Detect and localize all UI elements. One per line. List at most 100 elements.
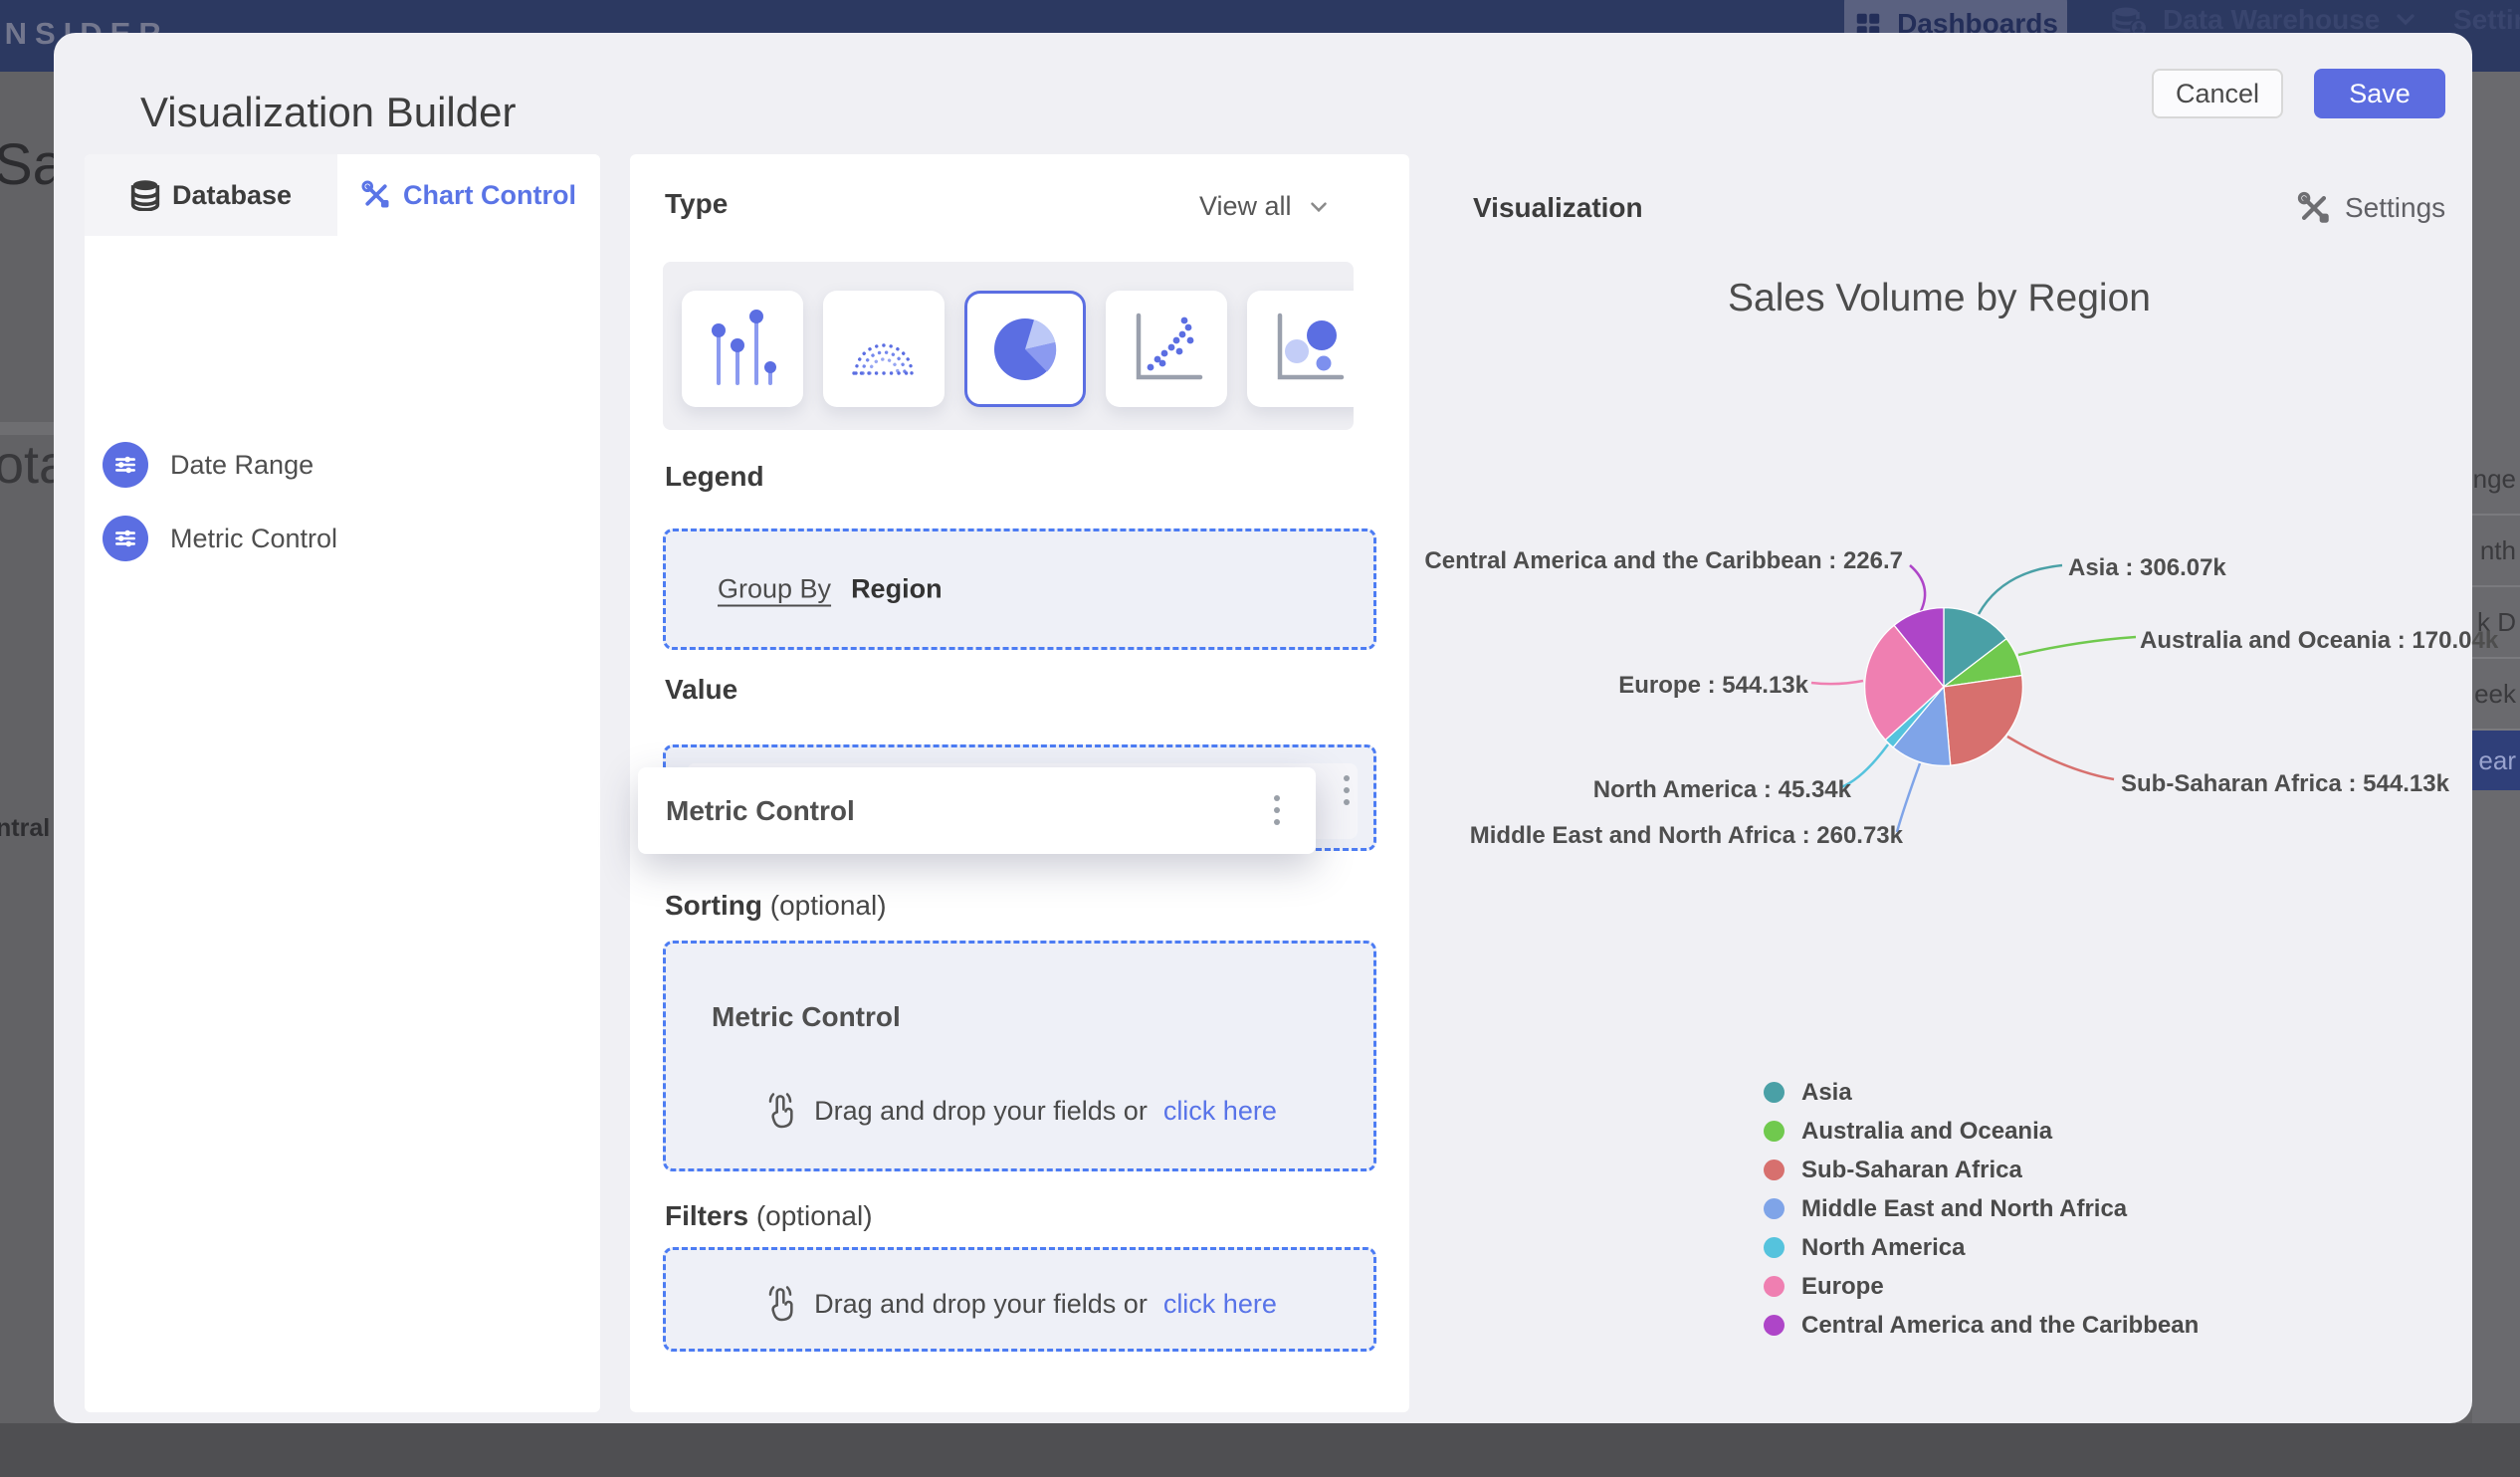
dropdown-option-selected[interactable]: ear [2472,731,2520,790]
legend-label: Central America and the Caribbean [1801,1311,2200,1339]
click-here-link[interactable]: click here [1163,1289,1277,1320]
viz-settings-button[interactable]: Settings [2297,191,2445,225]
chart-type-arc[interactable] [823,291,945,407]
legend-label: Asia [1801,1078,1852,1106]
legend-label: Sub-Saharan Africa [1801,1156,2022,1183]
legend-dot [1764,1082,1785,1103]
dragged-field-card[interactable]: Metric Control [638,767,1316,854]
pie-slice-label: Middle East and North Africa : 260.73k [1469,822,1903,849]
arc-chart-icon [852,342,916,375]
view-all-label: View all [1199,191,1292,221]
legend-dot [1764,1237,1785,1258]
click-here-link[interactable]: click here [1163,1096,1277,1127]
legend-dot [1764,1315,1785,1336]
sidebar-item-date-range[interactable]: Date Range [103,435,580,495]
dropdown-option[interactable]: nth [2472,516,2520,587]
pie-slice-label: Sub-Saharan Africa : 544.13k [2121,770,2449,797]
legend-label: Europe [1801,1272,1884,1300]
background-dropdown: nge nth k D eek ear [2472,72,2520,1423]
background-text-fragment: ntral [0,814,51,842]
lollipop-chart-icon [712,309,776,385]
view-all-button[interactable]: View all [1199,191,1332,222]
pie-slice-label: Asia : 306.07k [2068,554,2226,581]
group-by-link[interactable]: Group By [718,574,831,605]
tab-database-label: Database [171,179,293,210]
sorting-dropzone[interactable]: Metric Control Drag and drop your fields… [663,941,1376,1171]
cancel-button[interactable]: Cancel [2152,69,2283,118]
legend-item[interactable]: Sub-Saharan Africa [1764,1151,2199,1189]
filters-dropzone[interactable]: Drag and drop your fields or click here [663,1247,1376,1352]
dragdrop-hint: Drag and drop your fields or [814,1095,1148,1126]
modal-title: Visualization Builder [140,89,517,135]
dragged-field-label: Metric Control [666,795,855,826]
legend-item[interactable]: Middle East and North Africa [1764,1189,2199,1228]
dropdown-option[interactable]: nge [2472,444,2520,516]
kebab-menu-icon[interactable] [1274,795,1280,825]
chevron-down-icon [2397,14,2415,26]
sidebar-item-metric-control[interactable]: Metric Control [103,509,580,568]
sorting-optional-label: (optional) [769,890,887,921]
chart-title: Sales Volume by Region [1728,277,2151,319]
tap-hand-icon [768,1093,793,1129]
chart-legend: Asia Australia and Oceania Sub-Saharan A… [1764,1073,2199,1345]
scatter-chart-icon [1136,313,1203,379]
filters-header: Filters (optional) [665,1200,873,1232]
legend-item[interactable]: Europe [1764,1267,2199,1306]
tap-hand-icon [768,1286,793,1322]
pie-slice-label: Central America and the Caribbean : 226.… [1424,547,1903,574]
legend-dot [1764,1198,1785,1219]
background-bottom-area [0,1423,2520,1477]
chart-type-lollipop[interactable] [682,291,803,407]
legend-item[interactable]: Asia [1764,1073,2199,1112]
pie-slice-label: North America : 45.34k [1592,776,1851,803]
chart-type-scatter[interactable] [1106,291,1227,407]
viz-settings-label: Settings [2345,192,2446,223]
group-by-value: Region [851,573,943,604]
left-panel: Database Chart Control Date Range Metric… [85,154,600,1412]
pie-chart[interactable] [1863,606,2024,767]
visualization-header: Visualization [1473,192,1643,223]
nav-settings-label: Settings [2453,4,2520,35]
chevron-down-icon [1310,201,1327,212]
sidebar-item-label: Metric Control [170,523,338,553]
sliders-icon [103,442,148,488]
sidebar-item-label: Date Range [170,449,315,480]
sorting-field-label: Metric Control [712,1001,901,1032]
pie-chart-svg [1863,606,2023,767]
nav-data-warehouse-label: Data Warehouse [2163,4,2381,35]
bubble-chart-icon [1277,313,1345,379]
dragdrop-hint: Drag and drop your fields or [814,1288,1148,1319]
legend-item[interactable]: Australia and Oceania [1764,1112,2199,1151]
legend-header: Legend [665,461,764,492]
pie-slice-label: Europe : 544.13k [1618,672,1808,699]
chart-type-strip [663,262,1354,430]
tools-icon [361,180,389,208]
legend-dropzone[interactable]: Group By Region [663,528,1376,650]
legend-item[interactable]: Central America and the Caribbean [1764,1306,2199,1345]
tools-icon [2297,191,2329,223]
filters-optional-label: (optional) [755,1200,873,1231]
filters-header-label: Filters [665,1200,749,1231]
legend-label: Australia and Oceania [1801,1117,2053,1145]
save-button[interactable]: Save [2314,69,2445,118]
legend-label: North America [1801,1233,1966,1261]
pie-chart-icon [994,317,1057,380]
dropdown-option[interactable]: eek [2472,659,2520,731]
chart-type-bubble[interactable] [1247,291,1354,407]
value-header: Value [665,674,738,705]
sorting-header-label: Sorting [665,890,762,921]
legend-dot [1764,1276,1785,1297]
legend-dot [1764,1121,1785,1142]
sliders-icon [103,516,148,561]
legend-item[interactable]: North America [1764,1228,2199,1267]
pie-slice-label: Australia and Oceania : 170.04k [2140,627,2499,654]
tab-chart-control-label: Chart Control [403,179,576,210]
tab-database[interactable]: Database [85,154,337,236]
tab-chart-control[interactable]: Chart Control [337,154,600,236]
type-header: Type [665,188,729,219]
database-icon [130,180,160,211]
background-divider [0,422,54,435]
chart-type-pie-selected[interactable] [964,291,1086,407]
sorting-header: Sorting (optional) [665,890,887,922]
kebab-menu-icon[interactable] [1344,775,1350,805]
